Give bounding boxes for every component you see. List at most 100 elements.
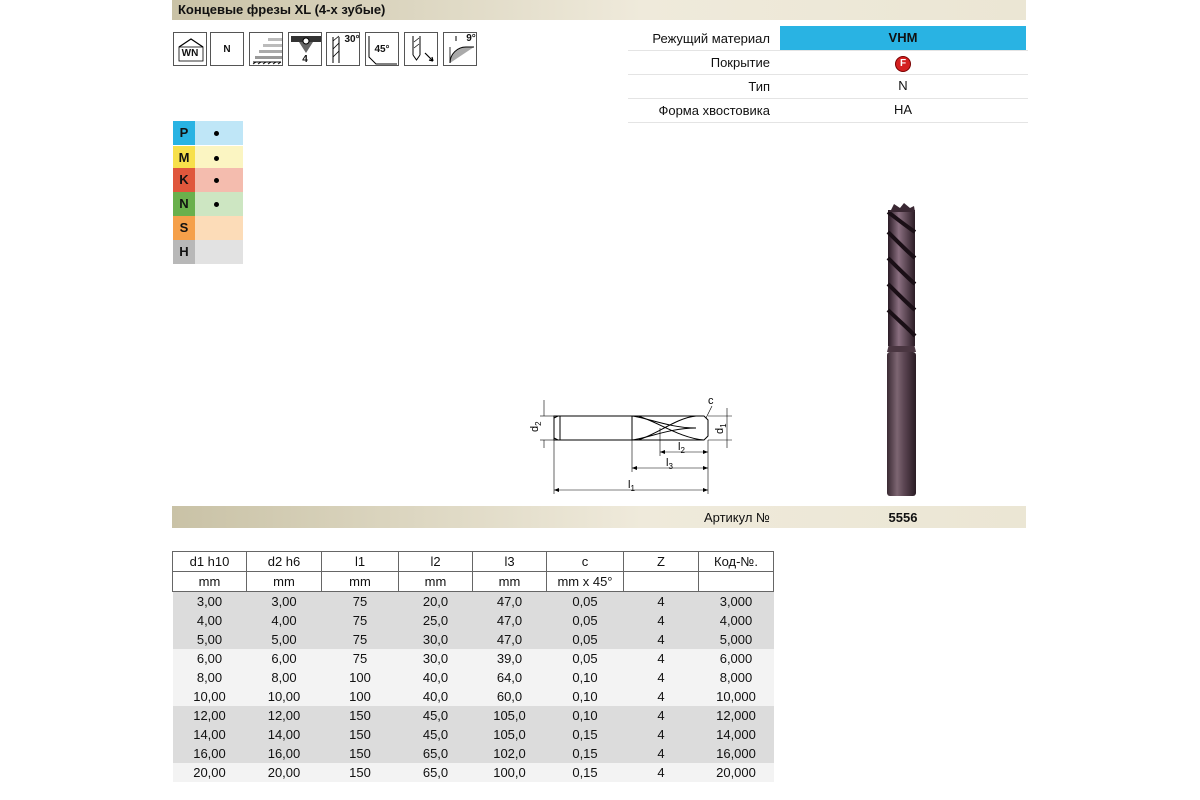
- table-cell: 16,00: [246, 744, 322, 763]
- material-row-s: S: [173, 216, 243, 240]
- col-header: d2 h6: [246, 551, 322, 572]
- table-cell: 3,000: [698, 591, 774, 611]
- material-row-h: H: [173, 240, 243, 264]
- table-cell: 75: [321, 611, 399, 630]
- col-header: Код-№.: [698, 551, 774, 572]
- l1-label: l1: [628, 479, 635, 493]
- table-cell: 0,15: [546, 725, 624, 744]
- table-cell: 4,00: [246, 611, 322, 630]
- col-header: c: [546, 551, 624, 572]
- table-cell: 45,0: [398, 725, 473, 744]
- table-cell: 75: [321, 591, 399, 611]
- table-cell: 40,0: [398, 668, 473, 687]
- table-cell: 4: [623, 611, 699, 630]
- table-cell: 100: [321, 687, 399, 706]
- shank-value: HA: [893, 102, 913, 117]
- table-cell: 47,0: [472, 591, 547, 611]
- table-header-row: d1 h10 d2 h6 l1 l2 l3 c Z Код-№.: [172, 551, 774, 572]
- table-cell: 12,00: [246, 706, 322, 725]
- table-cell: 14,00: [246, 725, 322, 744]
- table-cell: 4: [623, 763, 699, 782]
- page-title: Концевые фрезы XL (4-х зубые): [178, 2, 386, 17]
- unit-cell: mm: [398, 571, 473, 592]
- table-row: 5,00 5,00 75 30,0 47,0 0,05 4 5,000: [172, 630, 774, 649]
- table-cell: 0,05: [546, 611, 624, 630]
- table-units-row: mm mm mm mm mm mm x 45°: [172, 571, 774, 592]
- table-cell: 4: [623, 725, 699, 744]
- table-cell: 47,0: [472, 630, 547, 649]
- article-number: 5556: [888, 510, 918, 525]
- table-cell: 10,00: [246, 687, 322, 706]
- table-cell: 0,05: [546, 591, 624, 611]
- table-cell: 4,000: [698, 611, 774, 630]
- table-cell: 20,00: [172, 763, 247, 782]
- table-cell: 14,000: [698, 725, 774, 744]
- clearance-9-icon: 9°: [443, 32, 477, 66]
- coating-row: Покрытие F: [628, 50, 1028, 75]
- table-cell: 75: [321, 630, 399, 649]
- table-cell: 10,00: [172, 687, 247, 706]
- type-n-icon: N: [210, 32, 244, 66]
- col-header: d1 h10: [172, 551, 247, 572]
- d2-label: d2: [529, 421, 543, 432]
- table-cell: 150: [321, 744, 399, 763]
- coating-badge: F: [895, 56, 911, 72]
- table-cell: 4,00: [172, 611, 247, 630]
- technical-drawing: d2 d1 c l2 l3 l1: [529, 395, 732, 494]
- title-bar: Концевые фрезы XL (4-х зубые): [172, 0, 1026, 20]
- table-cell: 105,0: [472, 706, 547, 725]
- table-cell: 0,05: [546, 630, 624, 649]
- table-cell: 4: [623, 687, 699, 706]
- table-cell: 60,0: [472, 687, 547, 706]
- table-cell: 65,0: [398, 763, 473, 782]
- table-cell: 8,00: [246, 668, 322, 687]
- table-cell: 30,0: [398, 630, 473, 649]
- table-cell: 3,00: [246, 591, 322, 611]
- type-value: N: [898, 78, 908, 93]
- table-cell: 6,000: [698, 649, 774, 668]
- material-row-m: M: [173, 146, 243, 170]
- table-row: 6,00 6,00 75 30,0 39,0 0,05 4 6,000: [172, 649, 774, 668]
- table-cell: 100,0: [472, 763, 547, 782]
- col-header: l1: [321, 551, 399, 572]
- table-cell: 12,00: [172, 706, 247, 725]
- table-row: 8,00 8,00 100 40,0 64,0 0,10 4 8,000: [172, 668, 774, 687]
- unit-cell: mm: [172, 571, 247, 592]
- table-cell: 4: [623, 744, 699, 763]
- table-cell: 4: [623, 630, 699, 649]
- table-cell: 10,000: [698, 687, 774, 706]
- unit-cell: mm: [321, 571, 399, 592]
- col-header: Z: [623, 551, 699, 572]
- table-cell: 4: [623, 668, 699, 687]
- table-cell: 3,00: [172, 591, 247, 611]
- cutting-material-row: Режущий материал VHM: [628, 26, 1028, 51]
- d1-label: d1: [714, 423, 728, 434]
- table-cell: 0,15: [546, 744, 624, 763]
- shank-label: Форма хвостовика: [658, 103, 770, 118]
- table-cell: 0,10: [546, 706, 624, 725]
- type-row: Тип N: [628, 74, 1028, 99]
- plunge-feed-icon: [404, 32, 438, 66]
- table-cell: 0,15: [546, 763, 624, 782]
- table-row: 16,00 16,00 150 65,0 102,0 0,15 4 16,000: [172, 744, 774, 763]
- l3-label: l3: [666, 457, 673, 471]
- material-row-n: N: [173, 192, 243, 216]
- table-cell: 150: [321, 763, 399, 782]
- table-cell: 6,00: [172, 649, 247, 668]
- helix-30-icon: 30°: [326, 32, 360, 66]
- c-label: c: [708, 395, 714, 407]
- table-row: 12,00 12,00 150 45,0 105,0 0,10 4 12,000: [172, 706, 774, 725]
- table-cell: 65,0: [398, 744, 473, 763]
- end-mill-product-image: [886, 203, 917, 496]
- table-cell: 14,00: [172, 725, 247, 744]
- table-cell: 40,0: [398, 687, 473, 706]
- table-cell: 16,00: [172, 744, 247, 763]
- cutting-material-value: VHM: [780, 26, 1026, 50]
- article-bar: Артикул № 5556: [172, 506, 1026, 528]
- table-cell: 8,00: [172, 668, 247, 687]
- col-header: l2: [398, 551, 473, 572]
- table-cell: 0,10: [546, 687, 624, 706]
- specification-table: d1 h10 d2 h6 l1 l2 l3 c Z Код-№. mm mm m…: [172, 551, 774, 782]
- table-body: 3,00 3,00 75 20,0 47,0 0,05 4 3,000 4,00 4,00 75 25…: [172, 591, 774, 782]
- table-cell: 47,0: [472, 611, 547, 630]
